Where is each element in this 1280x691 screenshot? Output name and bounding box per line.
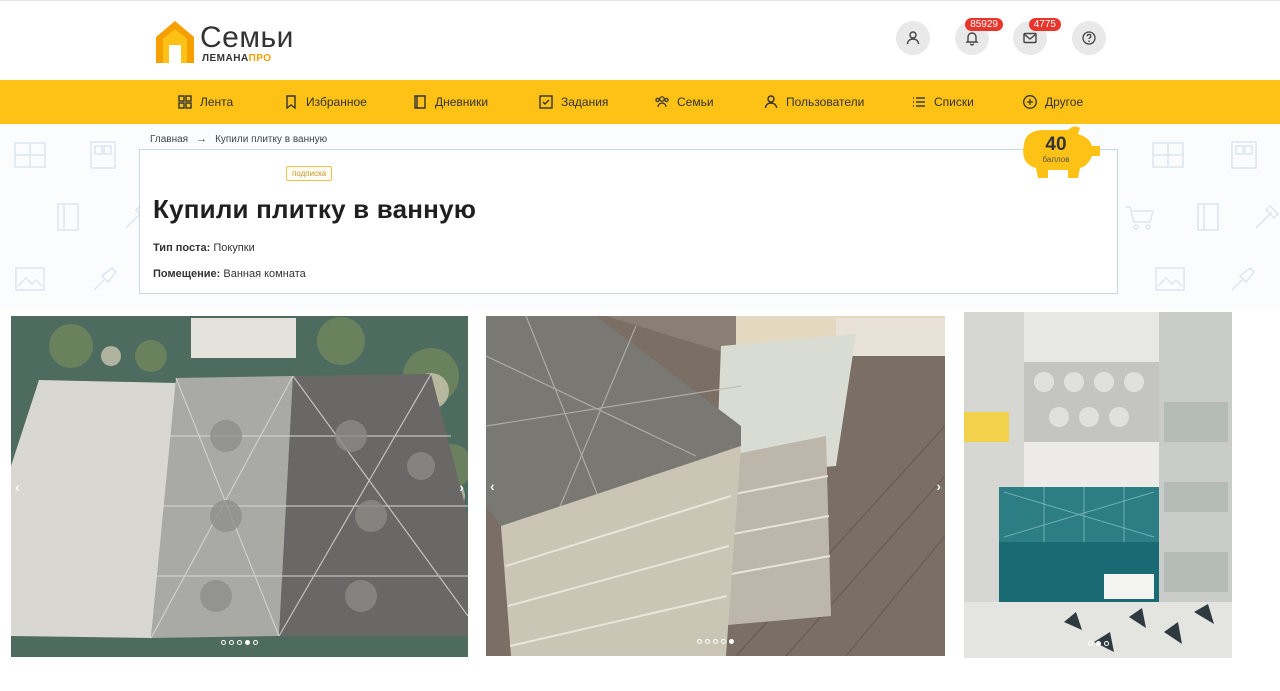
nav-label: Задания (561, 95, 609, 109)
post-header-card: подписка Купили плитку в ванную Тип пост… (139, 149, 1118, 294)
tile-icon (1152, 142, 1184, 168)
post-room-label: Помещение: (153, 268, 221, 280)
carousel-dot-active[interactable] (1095, 641, 1101, 646)
subscription-tag: подписка (286, 166, 333, 181)
breadcrumb-home[interactable]: Главная (150, 134, 188, 145)
user-icon (764, 95, 778, 109)
points-value: 40 (1045, 134, 1067, 155)
breadcrumb-current: Купили плитку в ванную (215, 133, 328, 145)
prev-arrow-icon[interactable]: ‹ (490, 478, 495, 494)
carousel-dot-active[interactable] (729, 639, 734, 644)
next-arrow-icon[interactable]: › (936, 478, 941, 494)
bookmark-icon (286, 95, 296, 110)
nav-label: Дневники (435, 95, 489, 109)
nav-item-feed[interactable]: Лента (177, 80, 233, 124)
brush-icon (93, 266, 118, 291)
breadcrumb: Главная → Купили плитку в ванную (150, 133, 327, 145)
gallery-photo-1[interactable]: ‹ › (11, 316, 468, 657)
tile-photo-image (11, 316, 468, 657)
tile-stack-photo-image (486, 316, 945, 656)
nav-item-tasks[interactable]: Задания (538, 80, 608, 124)
breadcrumb-arrow: → (196, 133, 208, 145)
mail-icon (1023, 32, 1037, 44)
carousel-dot[interactable] (1103, 641, 1109, 646)
user-icon (906, 31, 920, 45)
gallery-photo-3[interactable] (964, 312, 1232, 658)
store-display-photo-image (964, 312, 1232, 658)
carousel-dots (486, 639, 945, 644)
page-title: Купили плитку в ванную (153, 194, 477, 224)
nav-label: Списки (934, 95, 974, 109)
carousel-dot[interactable] (229, 640, 234, 645)
nav-item-families[interactable]: Семьи (654, 80, 714, 124)
carousel-dot[interactable] (221, 640, 226, 645)
bell-icon (965, 32, 979, 46)
prev-arrow-icon[interactable]: ‹ (15, 479, 20, 495)
post-type: Тип поста: Покупки (153, 242, 255, 254)
brand-subtitle: ЛЕМАНАПРО (202, 53, 272, 64)
house-logo-icon (156, 21, 194, 63)
post-type-value: Покупки (213, 242, 255, 254)
nav-item-lists[interactable]: Списки (911, 80, 974, 124)
nav-label: Лента (200, 95, 234, 109)
book-icon (414, 95, 426, 109)
post-room-value: Ванная комната (223, 268, 306, 280)
carousel-dot[interactable] (237, 640, 242, 645)
post-room: Помещение: Ванная комната (153, 268, 306, 280)
messages-button[interactable]: 4775 (1013, 18, 1061, 55)
list-icon (913, 97, 925, 107)
nav-item-favorites[interactable]: Избранное (283, 80, 367, 124)
nav-label: Другое (1045, 95, 1084, 109)
next-arrow-icon[interactable]: › (459, 479, 464, 495)
tile-icon (14, 142, 46, 168)
carousel-dot[interactable] (1087, 641, 1093, 646)
picture-icon (15, 267, 45, 291)
window-icon (1231, 141, 1257, 169)
points-label: баллов (1042, 155, 1070, 164)
nav-item-diaries[interactable]: Дневники (412, 80, 488, 124)
brush-icon (1231, 266, 1256, 291)
carousel-dot[interactable] (253, 640, 258, 645)
carousel-dot[interactable] (721, 639, 726, 644)
carousel-dots (11, 640, 468, 645)
nav-item-users[interactable]: Пользователи (763, 80, 864, 124)
main-nav: Лента Избранное Дневники Задания Семьи П… (0, 80, 1280, 124)
carousel-dots (964, 641, 1232, 646)
carousel-dot[interactable] (705, 639, 710, 644)
picture-icon (1155, 267, 1185, 291)
post-type-label: Тип поста: (153, 242, 211, 254)
carousel-dot[interactable] (713, 639, 718, 644)
people-icon (655, 96, 669, 108)
door-icon (1197, 203, 1219, 231)
nav-label: Семьи (677, 95, 714, 109)
points-badge: 40 баллов (1016, 124, 1100, 180)
top-header: Семьи ЛЕМАНАПРО 85929 4775 (0, 0, 1280, 80)
carousel-dot[interactable] (697, 639, 702, 644)
checkbox-icon (539, 95, 553, 109)
tool-icon (1255, 204, 1280, 229)
window-icon (90, 141, 116, 169)
gallery-photo-2[interactable]: ‹ › (486, 316, 945, 656)
nav-label: Избранное (306, 95, 367, 109)
grid-icon (178, 95, 192, 109)
plus-circle-icon (1023, 95, 1037, 109)
nav-label: Пользователи (786, 95, 865, 109)
door-icon (57, 203, 79, 231)
notifications-badge: 85929 (965, 18, 1003, 31)
messages-badge: 4775 (1028, 18, 1061, 31)
brand-title: Семьи (200, 21, 294, 54)
help-button[interactable] (1072, 21, 1106, 55)
nav-item-other[interactable]: Другое (1022, 80, 1083, 124)
cart-icon (1125, 206, 1154, 230)
carousel-dot-active[interactable] (245, 640, 250, 645)
brand-logo[interactable]: Семьи ЛЕМАНАПРО (156, 21, 296, 65)
notifications-button[interactable]: 85929 (955, 18, 1003, 55)
profile-button[interactable] (896, 21, 930, 55)
question-icon (1082, 31, 1096, 45)
